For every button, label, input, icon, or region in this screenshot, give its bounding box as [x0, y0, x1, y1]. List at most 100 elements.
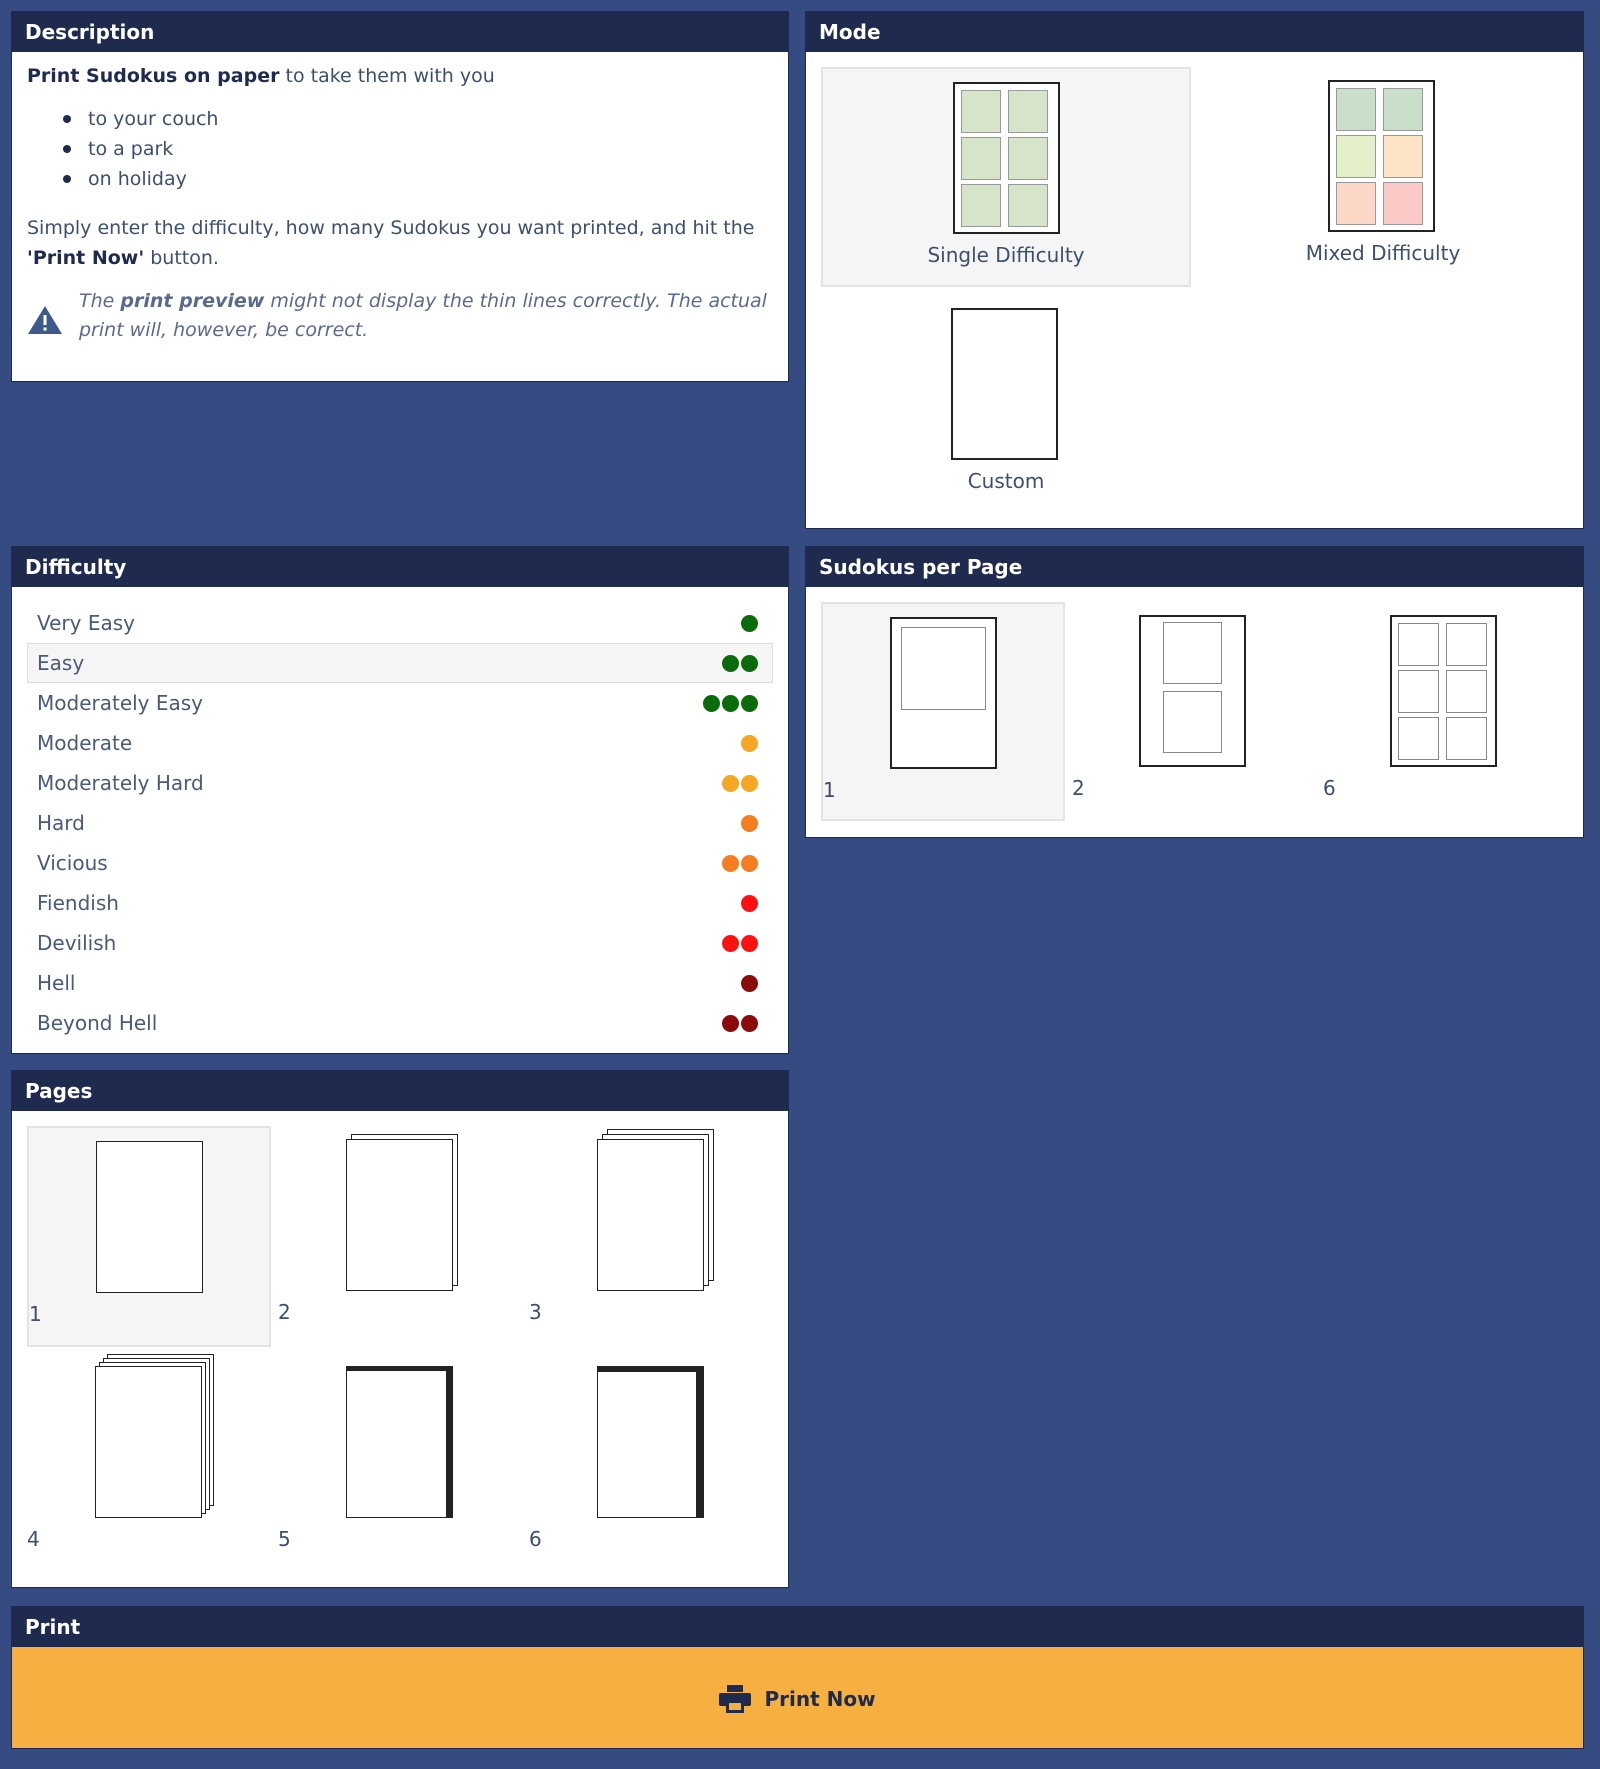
sudokus-per-page-label: 1	[823, 778, 836, 802]
pages-option-4[interactable]: 4	[27, 1353, 271, 1574]
pages-option-label: 4	[27, 1527, 40, 1551]
pages-option-label: 1	[29, 1302, 42, 1326]
mode-option-custom[interactable]: Custom	[821, 295, 1191, 515]
difficulty-label: Moderately Easy	[37, 691, 204, 715]
mode-option-label: Custom	[967, 469, 1045, 493]
difficulty-label: Vicious	[37, 851, 108, 875]
difficulty-dot-icon	[741, 974, 758, 992]
difficulty-dot-icon	[741, 614, 758, 632]
difficulty-label: Beyond Hell	[37, 1011, 158, 1035]
difficulty-dot-icon	[741, 1014, 758, 1032]
difficulty-dot-icon	[741, 934, 758, 952]
lead-bold: Print Sudokus on paper	[27, 65, 280, 87]
single-difficulty-preview	[953, 82, 1060, 234]
benefits-list: to your couch to a park on holiday	[63, 104, 773, 194]
difficulty-label: Easy	[37, 651, 85, 675]
grid-cell	[1383, 135, 1423, 178]
mode-option-single-difficulty[interactable]: Single Difficulty	[821, 67, 1191, 287]
list-item: on holiday	[63, 164, 773, 194]
instructions-text-end: button.	[144, 247, 219, 269]
difficulty-label: Moderately Hard	[37, 771, 204, 795]
sudokus-per-page-option-6[interactable]: 6	[1323, 602, 1567, 821]
difficulty-header: Difficulty	[12, 547, 788, 587]
grid-cell	[1336, 182, 1376, 225]
difficulty-dot-icon	[722, 774, 739, 792]
sudokus-per-page-option-2[interactable]: 2	[1072, 602, 1316, 821]
difficulty-dots	[720, 654, 758, 672]
sudokus-per-page-header: Sudokus per Page	[806, 547, 1583, 587]
difficulty-dot-icon	[722, 654, 739, 672]
difficulty-option[interactable]: Moderately Easy	[27, 683, 773, 723]
grid-cell	[961, 184, 1001, 227]
grid-cell	[1336, 135, 1376, 178]
grid-cell	[1008, 90, 1048, 133]
pages-option-3[interactable]: 3	[529, 1126, 773, 1347]
print-header: Print	[12, 1607, 1583, 1647]
pages-option-label: 3	[529, 1300, 542, 1324]
difficulty-option[interactable]: Beyond Hell	[27, 1003, 773, 1043]
pages-panel: Pages 1 2 3 4 5 6	[11, 1070, 789, 1588]
difficulty-option[interactable]: Moderately Hard	[27, 763, 773, 803]
mode-option-label: Single Difficulty	[927, 243, 1085, 267]
custom-preview	[951, 308, 1058, 460]
grid-cell	[961, 137, 1001, 180]
sudokus-per-page-label: 6	[1323, 776, 1336, 800]
list-item: to your couch	[63, 104, 773, 134]
difficulty-dots	[739, 814, 758, 832]
difficulty-label: Fiendish	[37, 891, 119, 915]
grid-cell	[1008, 184, 1048, 227]
grid-cell	[961, 90, 1001, 133]
difficulty-option[interactable]: Fiendish	[27, 883, 773, 923]
pages-option-label: 2	[278, 1300, 291, 1324]
difficulty-dots	[720, 1014, 758, 1032]
difficulty-option[interactable]: Vicious	[27, 843, 773, 883]
grid-cell	[1008, 137, 1048, 180]
difficulty-dots	[701, 694, 758, 712]
pages-header: Pages	[12, 1071, 788, 1111]
pages-option-6[interactable]: 6	[529, 1353, 773, 1574]
instructions-bold: 'Print Now'	[27, 247, 145, 269]
mode-option-mixed-difficulty[interactable]: Mixed Difficulty	[1198, 67, 1568, 287]
pages-option-label: 6	[529, 1527, 542, 1551]
difficulty-dot-icon	[741, 814, 758, 832]
six-per-page-preview	[1390, 615, 1497, 767]
pages-option-5[interactable]: 5	[278, 1353, 522, 1574]
mode-header: Mode	[806, 12, 1583, 52]
difficulty-dots	[739, 734, 758, 752]
difficulty-option[interactable]: Hell	[27, 963, 773, 1003]
page-stack-preview	[597, 1139, 704, 1291]
difficulty-dots	[720, 934, 758, 952]
difficulty-option[interactable]: Very Easy	[27, 603, 773, 643]
grid-cell	[1383, 182, 1423, 225]
pages-option-2[interactable]: 2	[278, 1126, 522, 1347]
page-stack-preview	[346, 1366, 453, 1518]
print-now-button[interactable]: Print Now	[12, 1647, 1583, 1750]
difficulty-dot-icon	[741, 734, 758, 752]
page-stack-preview	[95, 1366, 202, 1518]
one-per-page-preview	[890, 617, 997, 769]
difficulty-dot-icon	[741, 854, 758, 872]
difficulty-option[interactable]: Devilish	[27, 923, 773, 963]
difficulty-dots	[739, 974, 758, 992]
difficulty-option[interactable]: Hard	[27, 803, 773, 843]
print-panel: Print Print Now	[11, 1606, 1584, 1749]
pages-option-1[interactable]: 1	[27, 1126, 271, 1347]
difficulty-label: Moderate	[37, 731, 133, 755]
list-item: to a park	[63, 134, 773, 164]
difficulty-label: Very Easy	[37, 611, 135, 635]
difficulty-option[interactable]: Moderate	[27, 723, 773, 763]
sudokus-per-page-label: 2	[1072, 776, 1085, 800]
description-header: Description	[12, 12, 788, 52]
warning-text-pre: The	[79, 290, 121, 312]
difficulty-dot-icon	[741, 694, 758, 712]
difficulty-option[interactable]: Easy	[27, 643, 773, 683]
description-lead: Print Sudokus on paper to take them with…	[27, 65, 773, 87]
page-stack-preview	[346, 1139, 453, 1291]
difficulty-dots	[720, 854, 758, 872]
sudokus-per-page-option-1[interactable]: 1	[821, 602, 1065, 821]
difficulty-dot-icon	[722, 854, 739, 872]
difficulty-dot-icon	[722, 934, 739, 952]
difficulty-dot-icon	[722, 694, 739, 712]
difficulty-dot-icon	[722, 1014, 739, 1032]
difficulty-dots	[739, 894, 758, 912]
